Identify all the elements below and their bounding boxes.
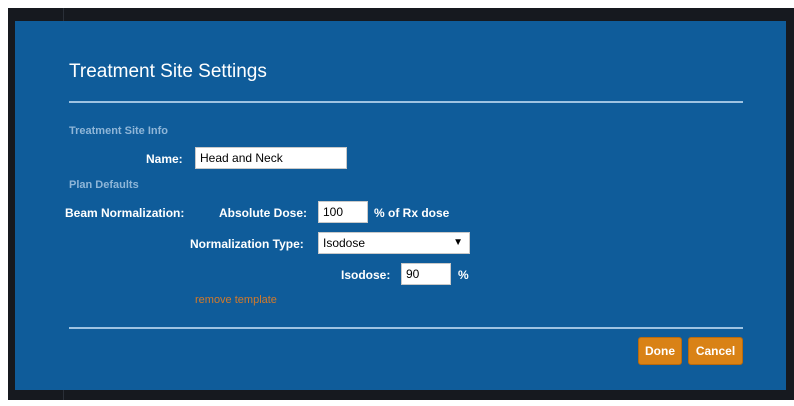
isodose-label: Isodose: [341, 268, 391, 282]
absolute-dose-unit: % of Rx dose [374, 206, 450, 220]
beam-normalization-label: Beam Normalization: [65, 206, 185, 220]
footer-divider [69, 327, 743, 329]
dialog-title: Treatment Site Settings [69, 61, 267, 82]
name-input[interactable] [195, 147, 347, 169]
cancel-button[interactable]: Cancel [688, 337, 743, 365]
section-treatment-site-info: Treatment Site Info [69, 125, 169, 137]
name-label: Name: [146, 152, 183, 166]
section-plan-defaults: Plan Defaults [69, 179, 139, 191]
title-divider [69, 101, 743, 103]
absolute-dose-label: Absolute Dose: [219, 206, 308, 220]
absolute-dose-input[interactable] [318, 201, 368, 223]
remove-template-link[interactable]: remove template [195, 294, 277, 306]
isodose-input[interactable] [401, 263, 451, 285]
isodose-unit: % [458, 268, 469, 282]
normalization-type-label: Normalization Type: [190, 237, 304, 251]
normalization-type-select[interactable]: Isodose ▼ [318, 232, 470, 254]
chevron-down-icon: ▼ [453, 237, 463, 248]
treatment-site-settings-dialog: Treatment Site Settings Treatment Site I… [15, 21, 786, 390]
done-button[interactable]: Done [638, 337, 682, 365]
normalization-type-value: Isodose [323, 236, 366, 250]
